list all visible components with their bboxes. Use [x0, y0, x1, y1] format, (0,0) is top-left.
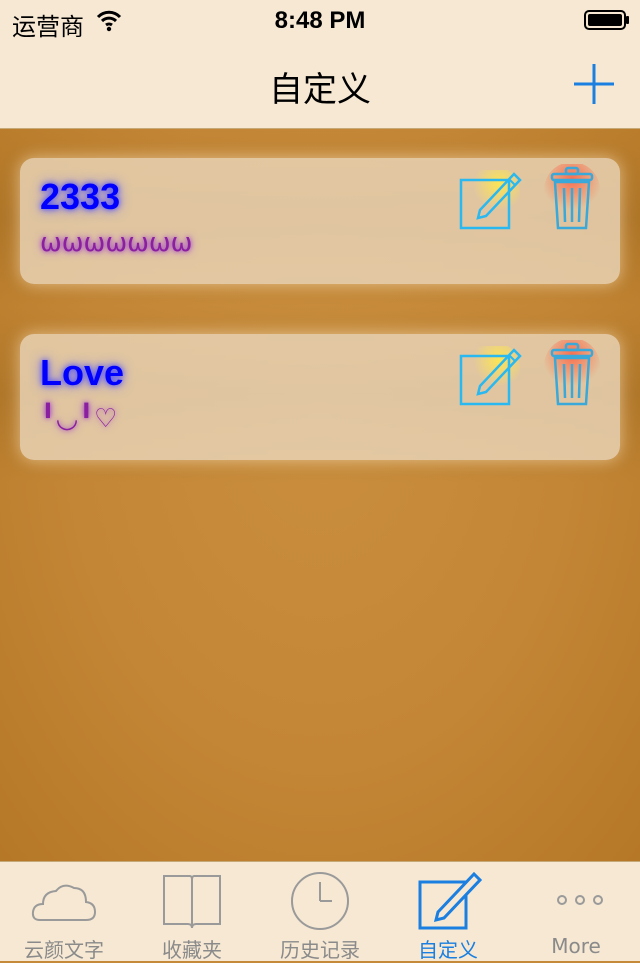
- tab-bar: 云颜文字 收藏夹 历史记录 自定义 More: [0, 861, 640, 962]
- battery-icon: [584, 10, 629, 30]
- edit-icon: [418, 871, 482, 930]
- delete-button[interactable]: [544, 162, 600, 232]
- tab-history[interactable]: 历史记录: [256, 862, 384, 962]
- edit-icon: [459, 342, 522, 406]
- delete-button[interactable]: [544, 338, 600, 408]
- item-title: 2333: [40, 176, 121, 217]
- item-title: Love: [40, 352, 125, 393]
- trash-icon: [544, 338, 600, 406]
- list-item[interactable]: Love ╹◡╹♡: [20, 334, 620, 460]
- book-icon: [163, 875, 221, 929]
- cloud-icon: [31, 884, 97, 921]
- tab-label: 收藏夹: [162, 938, 222, 962]
- tab-more[interactable]: More: [512, 862, 640, 961]
- tab-favorites[interactable]: 收藏夹: [128, 862, 256, 962]
- item-subtitle: ωωωωωωω: [40, 228, 193, 258]
- clock-icon: [291, 872, 349, 930]
- custom-list: 2333 ωωωωωωω Love ╹◡╹♡: [0, 129, 640, 861]
- tab-custom[interactable]: 自定义: [384, 862, 512, 962]
- tab-label: 云颜文字: [24, 938, 104, 962]
- tab-cloud-emoticons[interactable]: 云颜文字: [0, 862, 128, 962]
- list-item[interactable]: 2333 ωωωωωωω: [20, 158, 620, 284]
- add-button[interactable]: [570, 60, 618, 108]
- edit-button[interactable]: [458, 342, 522, 406]
- tab-label: 自定义: [418, 938, 478, 962]
- status-time: 8:48 PM: [274, 7, 366, 34]
- edit-icon: [459, 166, 522, 230]
- item-subtitle: ╹◡╹♡: [40, 404, 118, 434]
- tab-label: More: [551, 934, 601, 958]
- tab-label: 历史记录: [280, 938, 360, 962]
- plus-icon: [574, 64, 614, 104]
- status-bar: 运营商 8:48 PM: [0, 0, 640, 41]
- edit-button[interactable]: [458, 166, 522, 230]
- trash-icon: [544, 162, 600, 230]
- more-icon: [557, 895, 603, 905]
- page-title: 自定义: [269, 70, 371, 110]
- navigation-bar: 自定义: [0, 40, 640, 129]
